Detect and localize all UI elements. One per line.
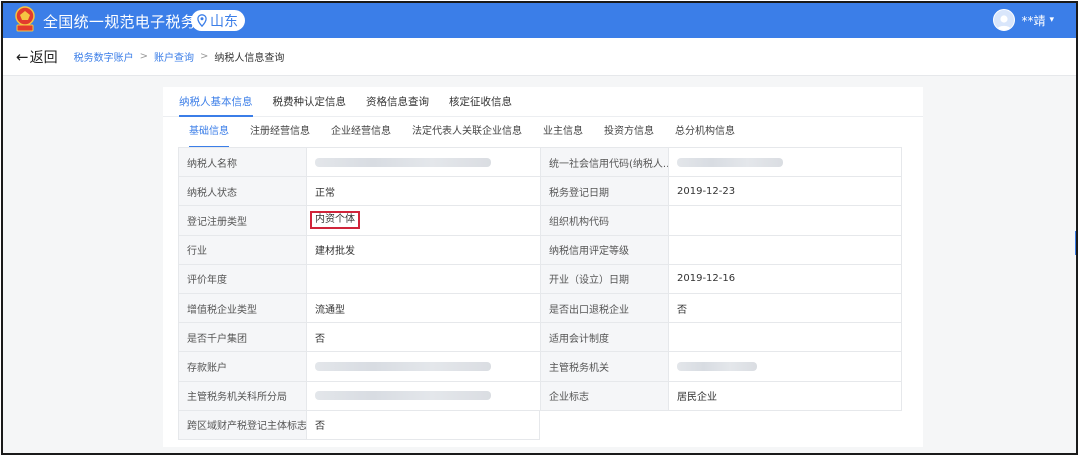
field-value <box>668 235 902 265</box>
tab-basic-info[interactable]: 纳税人基本信息 <box>179 87 253 117</box>
browser-frame: 全国统一规范电子税务局 山东 **靖 ▾ ← 返回 税务数字账户 > 账户查询 … <box>1 1 1078 455</box>
user-menu[interactable]: **靖 ▾ <box>993 9 1054 31</box>
empty-cell <box>540 411 548 440</box>
field-value-redacted <box>668 352 902 382</box>
field-value: 2019-12-23 <box>668 177 902 207</box>
table-row: 跨区域财产税登记主体标志 否 <box>178 410 902 440</box>
field-value: 居民企业 <box>668 381 902 411</box>
field-label: 跨区域财产税登记主体标志 <box>178 410 306 440</box>
highlighted-registration-type: 内资个体 <box>310 211 360 230</box>
field-value <box>306 264 540 294</box>
field-value: 建材批发 <box>306 235 540 265</box>
user-name: **靖 <box>1021 13 1046 28</box>
field-value <box>668 206 902 236</box>
tab-tax-identification[interactable]: 税费种认定信息 <box>273 87 347 116</box>
field-label: 行业 <box>178 235 306 265</box>
scrollbar-thumb[interactable] <box>1075 231 1076 255</box>
breadcrumb: 税务数字账户 > 账户查询 > 纳税人信息查询 <box>74 49 285 64</box>
field-value-redacted <box>306 148 540 178</box>
field-label: 是否千户集团 <box>178 323 306 353</box>
table-row: 行业 建材批发 纳税信用评定等级 <box>178 235 902 265</box>
table-row: 是否千户集团 否 适用会计制度 <box>178 323 902 353</box>
user-icon <box>997 15 1012 30</box>
field-label: 企业标志 <box>540 381 668 411</box>
subtab-owner[interactable]: 业主信息 <box>543 118 583 148</box>
tax-emblem-icon <box>15 6 35 32</box>
field-label: 主管税务机关科所分局 <box>178 381 306 411</box>
table-row: 纳税人名称 统一社会信用代码(纳税人... <box>178 148 902 178</box>
primary-tabs: 纳税人基本信息 税费种认定信息 资格信息查询 核定征收信息 <box>163 87 923 117</box>
field-label: 纳税人名称 <box>178 148 306 178</box>
field-value: 流通型 <box>306 293 540 324</box>
field-label: 纳税人状态 <box>178 177 306 207</box>
table-row: 存款账户 主管税务机关 <box>178 352 902 382</box>
breadcrumb-link-account-query[interactable]: 账户查询 <box>154 49 194 64</box>
field-label: 开业（设立）日期 <box>540 264 668 294</box>
breadcrumb-separator: > <box>199 51 209 62</box>
info-table: 纳税人名称 统一社会信用代码(纳税人... 纳税人状态 正常 税务登记日期 20… <box>178 147 902 440</box>
field-value: 否 <box>668 293 902 324</box>
field-value-redacted <box>306 352 540 382</box>
avatar <box>993 9 1016 31</box>
field-label: 增值税企业类型 <box>178 293 306 324</box>
breadcrumb-link-digital-account[interactable]: 税务数字账户 <box>74 49 134 64</box>
location-pin-icon <box>197 14 207 27</box>
top-header: 全国统一规范电子税务局 山东 **靖 ▾ <box>3 3 1076 38</box>
table-row: 登记注册类型 内资个体 组织机构代码 <box>178 206 902 236</box>
subtab-legal-rep[interactable]: 法定代表人关联企业信息 <box>412 118 522 148</box>
tab-qualification-query[interactable]: 资格信息查询 <box>366 87 429 116</box>
field-value: 正常 <box>306 177 540 207</box>
breadcrumb-separator: > <box>139 51 148 62</box>
field-value: 内资个体 <box>306 206 540 236</box>
breadcrumb-bar: ← 返回 税务数字账户 > 账户查询 > 纳税人信息查询 <box>3 38 1076 76</box>
field-label: 登记注册类型 <box>178 206 306 236</box>
subtab-investor[interactable]: 投资方信息 <box>604 118 654 148</box>
site-title: 全国统一规范电子税务局 <box>43 13 212 31</box>
table-row: 纳税人状态 正常 税务登记日期 2019-12-23 <box>178 177 902 207</box>
field-label: 主管税务机关 <box>540 352 668 382</box>
secondary-tabs: 基础信息 注册经营信息 企业经营信息 法定代表人关联企业信息 业主信息 投资方信… <box>163 118 923 148</box>
field-value: 否 <box>306 410 540 440</box>
subtab-business[interactable]: 企业经营信息 <box>331 118 391 148</box>
field-label: 存款账户 <box>178 352 306 382</box>
field-label: 是否出口退税企业 <box>540 293 668 324</box>
field-label: 税务登记日期 <box>540 177 668 207</box>
table-row: 评价年度 开业（设立）日期 2019-12-16 <box>178 264 902 294</box>
taxpayer-info-card: 纳税人基本信息 税费种认定信息 资格信息查询 核定征收信息 基础信息 注册经营信… <box>163 87 923 447</box>
subtab-basic[interactable]: 基础信息 <box>189 118 229 148</box>
region-name: 山东 <box>210 13 238 30</box>
field-value: 2019-12-16 <box>668 264 902 294</box>
field-label: 统一社会信用代码(纳税人... <box>540 148 668 178</box>
tab-assessment-info[interactable]: 核定征收信息 <box>449 87 512 116</box>
chevron-down-icon: ▾ <box>1049 15 1054 25</box>
field-label: 组织机构代码 <box>540 206 668 236</box>
table-row: 增值税企业类型 流通型 是否出口退税企业 否 <box>178 293 902 324</box>
field-label: 纳税信用评定等级 <box>540 235 668 265</box>
back-button[interactable]: ← 返回 <box>16 47 58 67</box>
field-label: 评价年度 <box>178 264 306 294</box>
arrow-left-icon: ← <box>16 47 29 66</box>
breadcrumb-current: 纳税人信息查询 <box>214 53 285 64</box>
region-selector[interactable]: 山东 <box>191 10 245 31</box>
field-value <box>668 323 902 353</box>
field-label: 适用会计制度 <box>540 323 668 353</box>
subtab-branch[interactable]: 总分机构信息 <box>675 118 735 148</box>
field-value: 否 <box>306 323 540 353</box>
table-row: 主管税务机关科所分局 企业标志 居民企业 <box>178 381 902 411</box>
back-label: 返回 <box>29 49 58 66</box>
field-value-redacted <box>668 148 902 178</box>
field-value-redacted <box>306 381 540 411</box>
subtab-registration[interactable]: 注册经营信息 <box>250 118 310 148</box>
